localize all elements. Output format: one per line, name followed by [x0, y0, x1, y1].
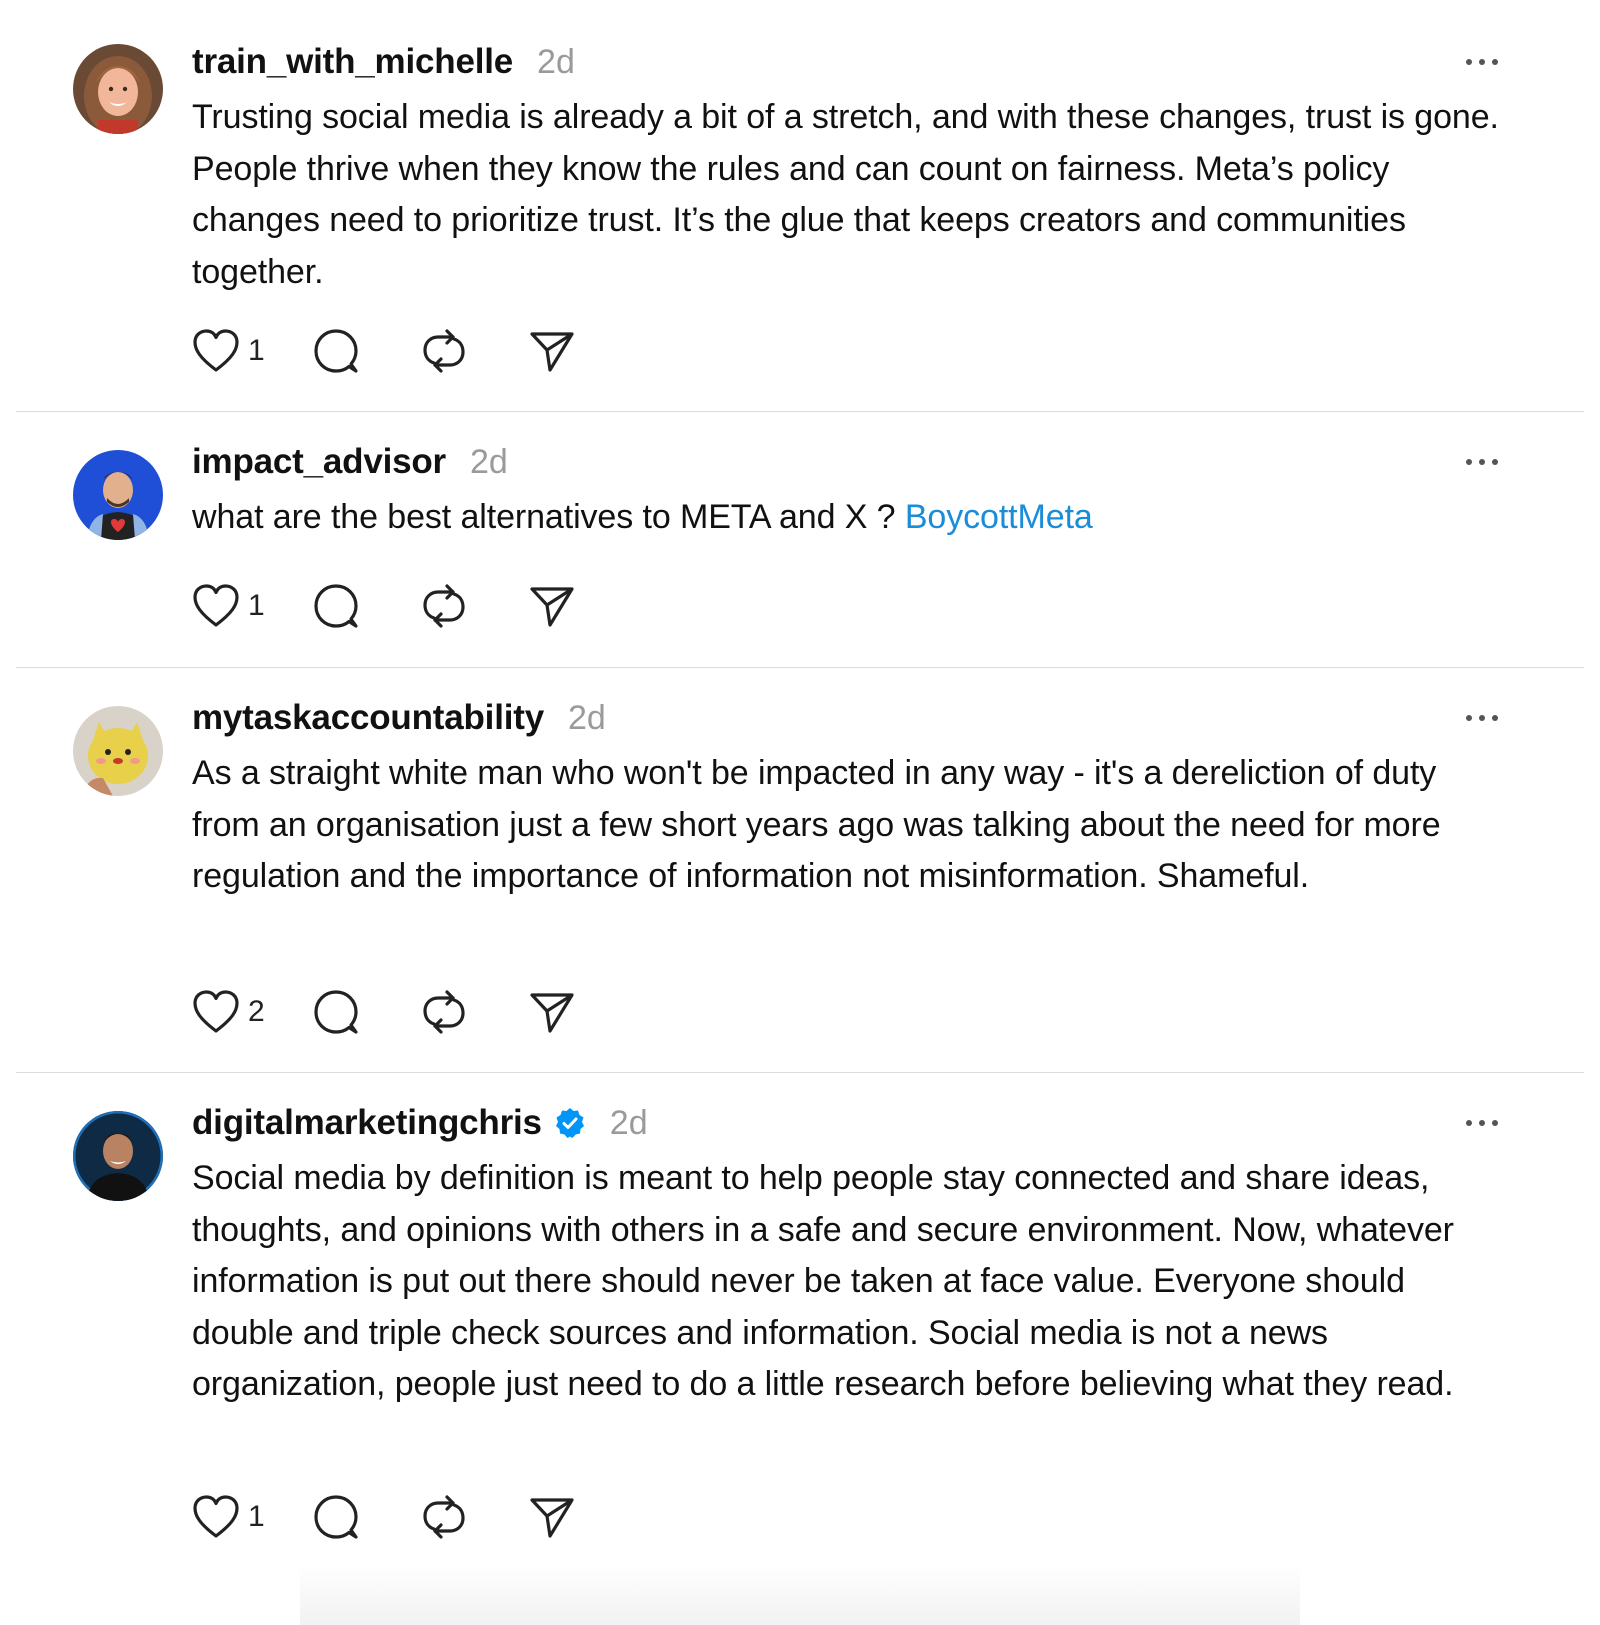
avatar[interactable]	[73, 44, 163, 134]
timestamp[interactable]: 2d	[537, 43, 575, 82]
more-options-button[interactable]	[1460, 696, 1504, 740]
heart-icon	[193, 1495, 239, 1538]
speech-bubble-icon	[314, 584, 358, 628]
repost-button[interactable]	[420, 582, 528, 630]
repost-arrows-icon	[423, 990, 465, 1034]
reply-button[interactable]	[312, 1493, 420, 1541]
avatar[interactable]	[73, 450, 163, 540]
reply-button[interactable]	[312, 327, 420, 375]
like-count: 1	[248, 334, 265, 367]
like-count: 2	[248, 995, 265, 1028]
timestamp[interactable]: 2d	[470, 443, 508, 482]
timestamp[interactable]: 2d	[610, 1104, 648, 1143]
speech-bubble-icon	[314, 990, 358, 1034]
username[interactable]: train_with_michelle	[192, 42, 513, 82]
share-button[interactable]	[528, 989, 576, 1035]
more-dots-icon	[1466, 459, 1498, 465]
like-button[interactable]: 1	[192, 583, 312, 629]
speech-bubble-icon	[314, 1495, 358, 1539]
username[interactable]: mytaskaccountability	[192, 698, 544, 738]
heart-icon	[193, 329, 239, 372]
username[interactable]: digitalmarketingchris	[192, 1103, 542, 1143]
post-text: what are the best alternatives to META a…	[192, 492, 1504, 544]
post-body: As a straight white man who won't be imp…	[192, 754, 1441, 895]
more-options-button[interactable]	[1460, 1101, 1504, 1145]
like-button[interactable]: 1	[192, 328, 312, 374]
share-button[interactable]	[528, 1494, 576, 1540]
more-options-button[interactable]	[1460, 40, 1504, 84]
post-item: mytaskaccountability 2d As a straight wh…	[16, 668, 1584, 1073]
post-text: Trusting social media is already a bit o…	[192, 92, 1504, 298]
post-item: digitalmarketingchris 2d Social media by…	[16, 1073, 1584, 1625]
like-count: 1	[248, 589, 265, 622]
reply-button[interactable]	[312, 988, 420, 1036]
post-text: As a straight white man who won't be imp…	[192, 748, 1504, 903]
post-body: Social media by definition is meant to h…	[192, 1159, 1454, 1403]
more-dots-icon	[1466, 1120, 1498, 1126]
timestamp[interactable]: 2d	[568, 699, 606, 738]
more-options-button[interactable]	[1460, 440, 1504, 484]
post-text: Social media by definition is meant to h…	[192, 1153, 1504, 1411]
yellow-toy-character-icon	[73, 706, 163, 796]
more-dots-icon	[1466, 59, 1498, 65]
avatar[interactable]	[73, 706, 163, 796]
post-item: train_with_michelle 2d Trusting social m…	[16, 0, 1584, 412]
repost-button[interactable]	[420, 327, 528, 375]
share-button[interactable]	[528, 583, 576, 629]
share-button[interactable]	[528, 328, 576, 374]
verified-badge-icon	[554, 1107, 586, 1139]
repost-arrows-icon	[423, 584, 465, 628]
man-portrait-blue-background-icon	[73, 450, 163, 540]
hashtag-link[interactable]: BoycottMeta	[905, 498, 1093, 536]
avatar[interactable]	[73, 1111, 163, 1201]
paper-plane-icon	[530, 1498, 574, 1538]
like-button[interactable]: 2	[192, 989, 312, 1035]
post-body: Trusting social media is already a bit o…	[192, 98, 1499, 291]
man-portrait-dark-background-icon	[73, 1111, 163, 1201]
woman-portrait-icon	[73, 44, 163, 134]
repost-arrows-icon	[423, 1495, 465, 1539]
repost-arrows-icon	[423, 329, 465, 373]
post-body: what are the best alternatives to META a…	[192, 498, 905, 536]
paper-plane-icon	[530, 587, 574, 627]
more-dots-icon	[1466, 715, 1498, 721]
reply-button[interactable]	[312, 582, 420, 630]
paper-plane-icon	[530, 332, 574, 372]
like-button[interactable]: 1	[192, 1494, 312, 1540]
username[interactable]: impact_advisor	[192, 442, 446, 482]
post-item: impact_advisor 2d what are the best alte…	[16, 412, 1584, 668]
repost-button[interactable]	[420, 988, 528, 1036]
like-count: 1	[248, 1500, 265, 1533]
speech-bubble-icon	[314, 329, 358, 373]
heart-icon	[193, 584, 239, 627]
repost-button[interactable]	[420, 1493, 528, 1541]
paper-plane-icon	[530, 993, 574, 1033]
replies-feed: train_with_michelle 2d Trusting social m…	[0, 0, 1600, 1625]
heart-icon	[193, 990, 239, 1033]
